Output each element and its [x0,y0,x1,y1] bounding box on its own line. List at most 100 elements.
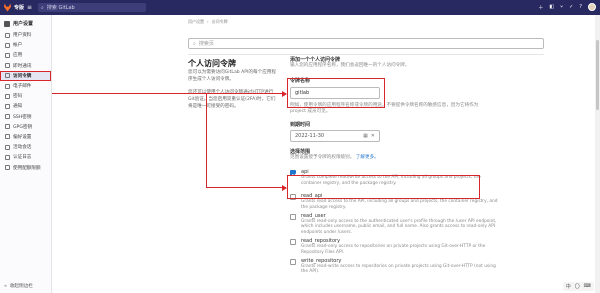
sidebar-item-ssh-keys[interactable]: SSH密钥 [0,112,51,122]
settings-search-placeholder: 搜索页 [198,41,214,47]
chat-icon [5,63,10,69]
sidebar-item-access-tokens[interactable]: 访问令牌 [0,70,51,81]
user-avatar[interactable] [588,3,596,11]
todo-icon[interactable]: ✓ [569,4,573,10]
scope-checkbox-read-api[interactable] [290,194,296,201]
monitor-icon [5,144,10,150]
sidebar-item-label: 访问令牌 [13,73,32,79]
preferences-icon [5,134,10,140]
create-new-icon[interactable]: ＋ [538,4,543,11]
sidebar-item-emails[interactable]: 电子邮件 [0,81,51,91]
annotation-arrow-vertical [206,93,207,187]
scopes-help-text: 范围设置授予令牌的权限级别。 [290,154,355,160]
annotation-arrowhead [282,184,287,191]
page-title: 个人访问令牌 [188,59,236,68]
breadcrumb-separator: › [207,19,209,24]
sidebar-item-notifications[interactable]: 通知 [0,101,51,111]
top-navbar: 专版 ≡ ⌕ 搜索 GitLab ＋ ◧ ⑂ ✓ ? [0,0,600,15]
settings-search-input[interactable]: ⌕ 搜索页 [188,38,544,49]
scopes-help: 范围设置授予令牌的权限级别。 了解更多。 [290,155,544,162]
ime-language-icon[interactable]: 中 [566,283,571,290]
sidebar-item-usage-quotas[interactable]: 使用配额限额 [0,162,51,172]
clear-date-icon[interactable]: ✕ [371,133,375,139]
scope-description: Grants complete read/write access to the… [301,175,481,186]
sidebar-item-chat[interactable]: 即时通讯 [0,61,51,71]
sidebar-item-profile[interactable]: 用户资料 [0,30,51,40]
scope-checkbox-write-repository[interactable] [290,259,296,266]
divider [188,54,544,55]
form-section-title: 添加一个个人访问令牌 [290,57,341,63]
global-search-input[interactable]: ⌕ 搜索 GitLab [38,3,147,12]
page: 专版 ≡ ⌕ 搜索 GitLab ＋ ◧ ⑂ ✓ ? 用户设置 用户资料 帐户 … [0,0,600,293]
user-settings-icon [4,20,10,27]
top-right-actions: ＋ ◧ ⑂ ✓ ? [538,3,596,11]
sidebar-item-label: GPG密钥 [13,124,33,130]
calendar-icon[interactable]: ▦ [363,133,368,139]
breadcrumb-root[interactable]: 用户设置 [188,19,204,24]
sidebar-item-password[interactable]: 密码 [0,91,51,101]
scope-checkbox-read-user[interactable] [290,214,296,220]
quota-icon [5,165,10,171]
expiration-label: 到期时间 [290,121,311,128]
bell-icon [5,103,10,109]
account-icon [5,42,10,48]
token-name-input[interactable]: gitlab [290,86,380,99]
log-icon [5,154,10,160]
sidebar-item-preferences[interactable]: 偏好设置 [0,132,51,142]
email-icon [5,83,10,89]
sidebar-item-label: 密码 [13,94,23,100]
scope-option-read-user[interactable]: read_user Grants read-only access to the… [290,213,544,235]
scope-description: Grants read access to the API, including… [301,199,498,210]
sidebar-item-label: 偏好设置 [13,134,32,140]
scope-checkbox-read-repository[interactable] [290,239,296,246]
sidebar-item-auth-log[interactable]: 认证日志 [0,152,51,162]
double-chevron-left-icon: « [4,283,7,289]
gpg-key-icon [5,124,10,130]
lock-icon [5,93,10,99]
search-icon: ⌕ [193,40,196,47]
sidebar-item-label: 帐户 [13,43,23,49]
ime-mode-icon[interactable]: 〇 [575,283,580,290]
keyboard-icon[interactable]: ⌨ [584,283,591,290]
sidebar-item-account[interactable]: 帐户 [0,40,51,50]
sidebar-item-label: 电子邮件 [13,84,32,90]
date-actions: ▦ ✕ [363,133,375,139]
scope-checkbox-api[interactable] [290,170,296,177]
annotation-arrow-to-scope [206,187,286,188]
token-name-label: 令牌名称 [290,77,311,84]
sidebar-item-applications[interactable]: 应用 [0,50,51,60]
sidebar-header[interactable]: 用户设置 [0,15,51,30]
learn-more-link[interactable]: 了解更多。 [356,155,379,160]
menu-icon[interactable]: ≡ [27,4,32,11]
expiration-date-input[interactable]: 2022-11-30 ▦ ✕ [290,129,380,142]
applications-icon [5,52,10,58]
add-token-form: 添加一个个人访问令牌 输入您的应用程序名称，我们会返回唯一的个人访问令牌。 令牌… [290,56,544,275]
form-section-help: 输入您的应用程序名称，我们会返回唯一的个人访问令牌。 [290,63,410,68]
sidebar-item-label: 用户资料 [13,33,32,39]
brand-label[interactable]: 专版 [14,4,24,11]
issues-icon[interactable]: ◧ [549,4,554,10]
expiration-date-value: 2022-11-30 [295,132,325,139]
scope-option-write-repository[interactable]: write_repository Grants read-write acces… [290,258,544,275]
sidebar-item-label: 认证日志 [13,155,32,161]
breadcrumb-current[interactable]: 访问令牌 [212,19,228,24]
sidebar-item-gpg-keys[interactable]: GPG密钥 [0,122,51,132]
global-search-placeholder: 搜索 GitLab [46,5,75,11]
sidebar-item-label: 通知 [13,104,23,110]
sidebar-item-label: 应用 [13,53,23,59]
scrollbar-thumb[interactable] [596,40,599,110]
collapse-label: 收起侧边栏 [9,284,33,289]
sidebar-item-label: SSH密钥 [13,114,32,120]
collapse-sidebar-button[interactable]: « 收起侧边栏 [4,283,33,290]
gitlab-logo[interactable] [0,0,14,15]
merge-requests-icon[interactable]: ⑂ [560,4,563,10]
sidebar-item-label: 使用配额限额 [13,165,41,171]
scope-description: Grants read-only access to the authentic… [301,219,497,235]
scope-option-read-api[interactable]: read_api Grants read access to the API, … [290,193,544,210]
help-icon[interactable]: ? [579,4,582,10]
sidebar-item-label: 活动会话 [13,145,32,151]
sidebar-item-active-sessions[interactable]: 活动会话 [0,142,51,152]
scope-option-api[interactable]: api Grants complete read/write access to… [290,169,544,186]
scope-option-read-repository[interactable]: read_repository Grants read-only access … [290,238,544,255]
breadcrumb: 用户设置 › 访问令牌 [188,19,228,25]
